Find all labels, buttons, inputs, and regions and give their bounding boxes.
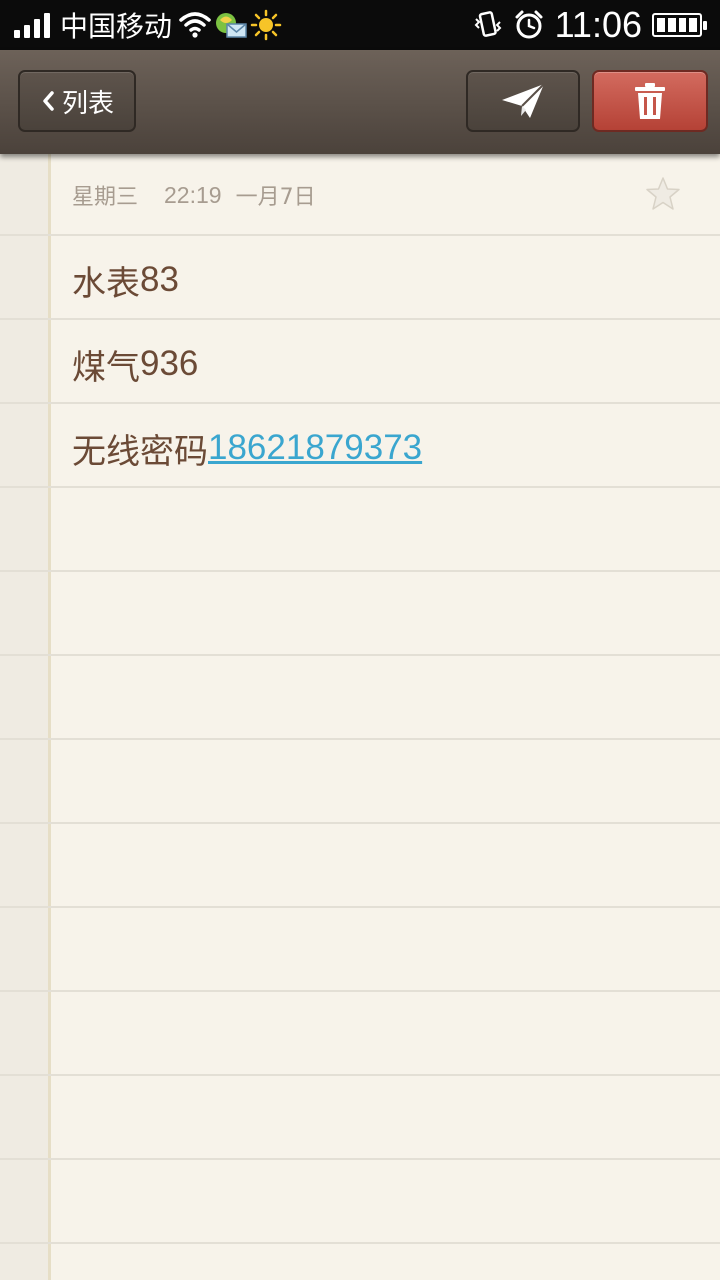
paper-rule xyxy=(0,990,720,992)
note-time: 22:19 xyxy=(164,181,222,208)
note-paper[interactable]: 星期三 22:19 一月7日 水表 83 煤气 936 无线密码 1862187937… xyxy=(0,154,720,1280)
paper-rule xyxy=(0,234,720,236)
paper-rule xyxy=(0,906,720,908)
carrier-name: 中国移动 xyxy=(60,10,173,43)
note-day: 星期三 xyxy=(72,185,139,210)
send-button[interactable] xyxy=(466,70,580,132)
paper-rule xyxy=(0,1074,720,1076)
note-line-number: 936 xyxy=(140,344,199,383)
chevron-left-icon xyxy=(43,91,54,111)
status-bar: 中国移动 11:06 xyxy=(0,0,720,50)
note-timestamp: 星期三 22:19 一月7日 xyxy=(72,180,316,211)
paper-margin xyxy=(0,154,48,1280)
paper-rule xyxy=(0,1158,720,1160)
vibrate-icon xyxy=(474,11,501,37)
back-button-label: 列表 xyxy=(61,88,114,119)
note-line-text: 无线密码 xyxy=(72,431,208,472)
note-line-number: 83 xyxy=(140,260,179,299)
send-icon xyxy=(502,83,545,118)
note-line[interactable]: 煤气 936 xyxy=(72,322,198,406)
wifi-icon xyxy=(179,12,211,38)
alarm-icon xyxy=(515,10,543,39)
note-line-text: 煤气 xyxy=(72,347,140,388)
note-line-text: 水表 xyxy=(72,263,140,304)
signal-icon xyxy=(14,12,50,38)
note-date: 一月7日 xyxy=(235,185,316,210)
status-time: 11:06 xyxy=(554,4,642,45)
margin-line xyxy=(48,154,51,1280)
toolbar: 列表 xyxy=(0,50,720,154)
battery-icon xyxy=(652,13,707,37)
star-icon[interactable] xyxy=(645,176,681,212)
paper-rule xyxy=(0,654,720,656)
phone-number-link[interactable]: 18621879373 xyxy=(208,428,422,468)
paper-rule xyxy=(0,570,720,572)
trash-icon xyxy=(635,83,665,119)
paper-rule xyxy=(0,1242,720,1244)
sun-icon xyxy=(250,9,282,41)
delete-button[interactable] xyxy=(592,70,708,132)
paper-rule xyxy=(0,738,720,740)
back-to-list-button[interactable]: 列表 xyxy=(18,70,136,132)
note-line[interactable]: 水表 83 xyxy=(72,238,179,322)
message-icon xyxy=(216,13,247,38)
note-line[interactable]: 无线密码 18621879373 xyxy=(72,406,422,490)
paper-rule xyxy=(0,822,720,824)
